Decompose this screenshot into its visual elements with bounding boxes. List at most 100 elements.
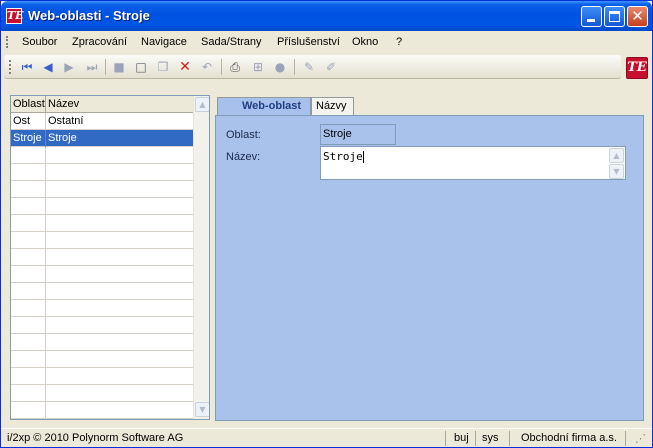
toolbar-separator	[294, 59, 295, 75]
empty-table-row	[11, 181, 193, 198]
resize-grip-icon[interactable]: ⋰	[635, 432, 646, 445]
cell-divider	[45, 113, 46, 130]
first-record-icon[interactable]: ⏮	[19, 59, 35, 75]
oblast-field: Stroje	[320, 124, 396, 145]
empty-table-row	[11, 317, 193, 334]
cell-divider	[45, 147, 46, 164]
edit-icon[interactable]: ✎	[301, 59, 317, 75]
toolbar-separator	[105, 59, 106, 75]
cell-divider	[45, 266, 46, 283]
cell-divider	[45, 385, 46, 402]
cell-divider	[45, 300, 46, 317]
edit-alt-icon[interactable]: ✐	[323, 59, 339, 75]
empty-table-row	[11, 249, 193, 266]
tab-page-web-oblast: Oblast: Stroje Název: Stroje ▲ ▼	[215, 115, 644, 421]
cell-divider	[45, 130, 46, 147]
table-row[interactable]: Ost Ostatní	[11, 113, 193, 130]
scroll-up-icon[interactable]: ▲	[609, 148, 624, 163]
scroll-down-icon[interactable]: ▼	[609, 164, 624, 179]
menu-okno[interactable]: Okno	[352, 36, 378, 48]
close-icon: ✕	[631, 7, 644, 25]
toolbar-separator	[221, 59, 222, 75]
column-header-nazev[interactable]: Název	[48, 98, 79, 110]
cell-divider	[45, 368, 46, 385]
status-login: sys	[482, 432, 499, 444]
menu-prislusenstvi[interactable]: Příslušenství	[277, 36, 340, 48]
cell-divider	[45, 215, 46, 232]
print-icon[interactable]: ⎙	[227, 59, 243, 75]
empty-table-row	[11, 283, 193, 300]
empty-table-row	[11, 147, 193, 164]
oblast-label: Oblast:	[226, 129, 261, 141]
menu-grip-handle[interactable]	[6, 36, 9, 48]
toolbar-grip-handle[interactable]	[9, 60, 12, 74]
empty-table-row	[11, 385, 193, 402]
menu-navigace[interactable]: Navigace	[141, 36, 187, 48]
empty-table-row	[11, 334, 193, 351]
nazev-textarea[interactable]: Stroje ▲ ▼	[320, 146, 626, 180]
menu-sada-strany[interactable]: Sada/Strany	[201, 36, 262, 48]
cell-divider	[45, 402, 46, 419]
tree-icon[interactable]: ⊞	[250, 59, 266, 75]
status-separator	[475, 431, 476, 446]
cell-divider	[45, 164, 46, 181]
last-record-icon[interactable]: ⏭	[84, 59, 100, 75]
textarea-scrollbar[interactable]: ▲ ▼	[609, 148, 624, 179]
status-user: buj	[454, 432, 469, 444]
status-bar: i/2xp © 2010 Polynorm Software AG buj sy…	[1, 428, 652, 447]
next-record-icon[interactable]: ▶	[61, 59, 77, 75]
empty-table-row	[11, 198, 193, 215]
empty-table-row	[11, 351, 193, 368]
cell-divider	[45, 198, 46, 215]
empty-table-row	[11, 368, 193, 385]
cell-nazev: Ostatní	[48, 115, 84, 127]
tab-web-oblast[interactable]: Web-oblast	[217, 97, 311, 116]
cell-divider	[45, 181, 46, 198]
app-icon: TE	[6, 8, 24, 24]
empty-table-row	[11, 164, 193, 181]
status-separator	[625, 431, 626, 446]
scroll-down-icon[interactable]: ▼	[195, 402, 209, 417]
undo-icon[interactable]: ↶	[199, 59, 215, 75]
save-icon[interactable]: ■	[111, 59, 127, 75]
empty-table-row	[11, 300, 193, 317]
column-header-oblast[interactable]: Oblast	[13, 98, 45, 110]
brand-logo: TE	[626, 57, 648, 79]
grid-header: Oblast Název	[11, 96, 193, 113]
table-row-selected[interactable]: Stroje Stroje	[11, 130, 193, 147]
record-status-icon[interactable]: ●	[272, 59, 288, 75]
cell-oblast: Ost	[13, 115, 31, 127]
menu-soubor[interactable]: Soubor	[22, 36, 57, 48]
close-button[interactable]: ✕	[627, 6, 648, 27]
maximize-icon	[609, 11, 620, 22]
minimize-icon	[587, 19, 595, 22]
tab-label: Web-oblast	[242, 100, 302, 112]
status-copyright: i/2xp © 2010 Polynorm Software AG	[7, 432, 184, 444]
text-caret	[362, 151, 364, 163]
scroll-up-icon[interactable]: ▲	[195, 97, 209, 112]
minimize-button[interactable]	[581, 6, 602, 27]
nazev-label: Název:	[226, 151, 261, 163]
application-window: TE Web-oblasti - Stroje ✕ Soubor Zpracov…	[0, 0, 653, 448]
tab-nazvy[interactable]: Názvy	[311, 97, 354, 115]
menu-zpracovani[interactable]: Zpracování	[72, 36, 127, 48]
copy-icon[interactable]: ❐	[155, 59, 171, 75]
column-divider[interactable]	[45, 96, 46, 113]
title-bar[interactable]: TE Web-oblasti - Stroje ✕	[1, 1, 652, 31]
tab-label: Názvy	[316, 100, 347, 112]
new-icon[interactable]: □	[133, 59, 149, 75]
cell-nazev: Stroje	[48, 132, 77, 144]
menu-help[interactable]: ?	[396, 36, 402, 48]
cell-divider	[45, 283, 46, 300]
cell-divider	[45, 334, 46, 351]
delete-icon[interactable]: ✕	[177, 59, 193, 75]
empty-table-row	[11, 215, 193, 232]
maximize-button[interactable]	[604, 6, 625, 27]
status-separator	[509, 431, 510, 446]
previous-record-icon[interactable]: ◀	[40, 59, 56, 75]
oblast-value: Stroje	[323, 128, 352, 140]
cell-oblast: Stroje	[13, 132, 42, 144]
window-title: Web-oblasti - Stroje	[28, 8, 150, 23]
list-scrollbar[interactable]: ▲ ▼	[193, 96, 209, 419]
cell-divider	[45, 249, 46, 266]
